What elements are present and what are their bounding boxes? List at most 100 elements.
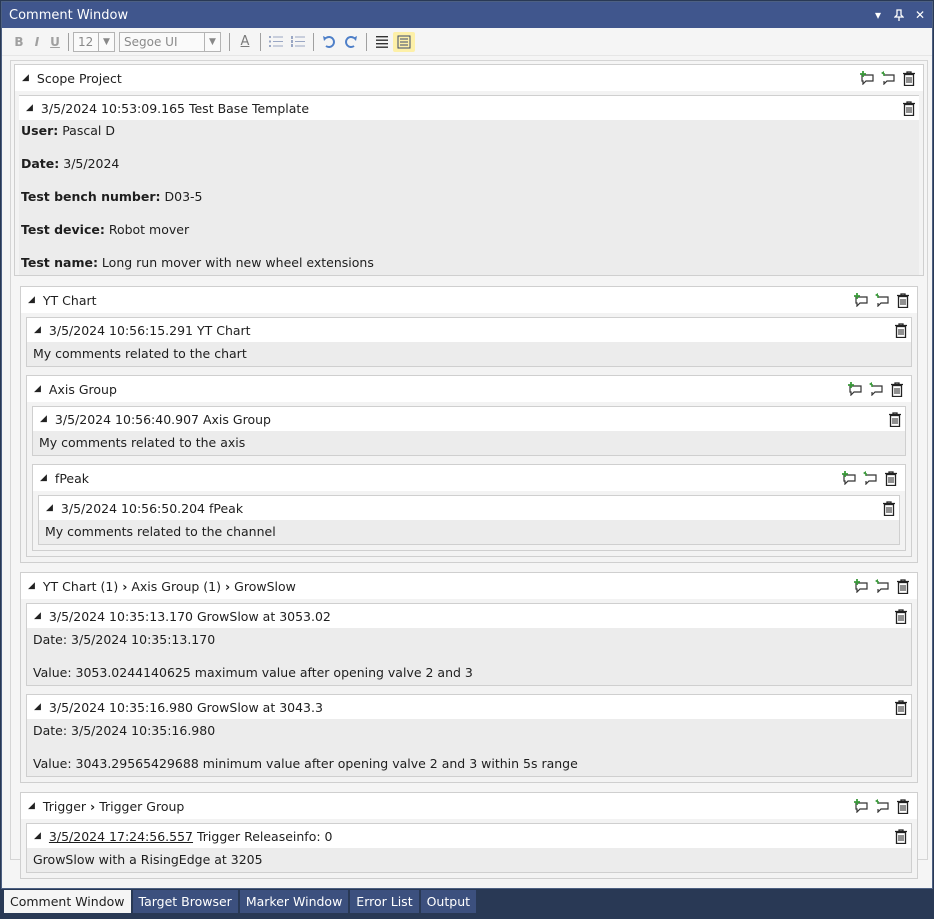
delete-icon[interactable] <box>892 796 913 816</box>
comment-text[interactable]: My comments related to the channel <box>39 520 899 544</box>
collapse-triangle-icon[interactable]: ◢ <box>46 503 53 513</box>
undo-button[interactable] <box>318 32 340 52</box>
comment-text[interactable]: My comments related to the chart <box>27 342 911 366</box>
align-justify-icon <box>376 35 388 48</box>
italic-button[interactable]: I <box>28 32 46 52</box>
collapse-triangle-icon[interactable]: ◢ <box>34 831 41 841</box>
bullet-list-button[interactable] <box>265 32 287 52</box>
tab-error-list[interactable]: Error List <box>350 890 419 913</box>
bottom-tab-bar: Comment Window Target Browser Marker Win… <box>4 890 478 913</box>
group-header[interactable]: ◢ Scope Project <box>15 65 923 91</box>
group-header[interactable]: ◢ YT Chart <box>21 287 917 313</box>
delete-icon[interactable] <box>892 290 913 310</box>
comment-title: 3/5/2024 10:35:13.170 GrowSlow at 3053.0… <box>48 608 331 624</box>
comment-entry: ◢ 3/5/2024 10:56:15.291 YT Chart My comm… <box>26 317 912 367</box>
comment-group-axis-group: ◢ Axis Group ◢ 3/5/2024 10:56:40.907 Axi… <box>26 375 912 557</box>
dropdown-icon[interactable]: ▾ <box>869 6 887 24</box>
comment-text[interactable]: User: Pascal D Date: 3/5/2024 Test bench… <box>19 120 919 275</box>
collapse-triangle-icon[interactable]: ◢ <box>34 611 41 621</box>
add-comment-icon[interactable] <box>850 290 871 310</box>
reply-comment-icon[interactable] <box>871 796 892 816</box>
comment-title: 3/5/2024 10:35:16.980 GrowSlow at 3043.3 <box>48 699 323 715</box>
collapse-triangle-icon[interactable]: ◢ <box>34 325 41 335</box>
tab-comment-window[interactable]: Comment Window <box>4 890 131 913</box>
group-body: ◢ 3/5/2024 10:56:40.907 Axis Group My co… <box>27 402 911 556</box>
add-comment-icon[interactable] <box>844 379 865 399</box>
group-header[interactable]: ◢ fPeak <box>33 465 905 491</box>
tab-target-browser[interactable]: Target Browser <box>132 890 238 913</box>
underline-button[interactable]: U <box>46 32 64 52</box>
delete-icon[interactable] <box>890 320 911 340</box>
add-comment-icon[interactable] <box>850 576 871 596</box>
collapse-triangle-icon[interactable]: ◢ <box>34 702 41 712</box>
comment-header[interactable]: ◢ 3/5/2024 10:35:16.980 GrowSlow at 3043… <box>27 695 911 719</box>
delete-icon[interactable] <box>890 697 911 717</box>
comment-text[interactable]: Date: 3/5/2024 10:35:16.980 Value: 3043.… <box>27 719 911 776</box>
comment-mode-button[interactable] <box>393 31 415 52</box>
reply-comment-icon[interactable] <box>859 468 880 488</box>
delete-icon[interactable] <box>890 606 911 626</box>
comment-header[interactable]: ◢ 3/5/2024 10:56:50.204 fPeak <box>39 496 899 520</box>
reply-comment-icon[interactable] <box>871 290 892 310</box>
redo-button[interactable] <box>340 32 362 52</box>
delete-icon[interactable] <box>890 826 911 846</box>
chevron-right-icon: › <box>90 798 96 814</box>
collapse-triangle-icon[interactable]: ◢ <box>40 414 47 424</box>
reply-comment-icon[interactable] <box>871 576 892 596</box>
delete-icon[interactable] <box>898 68 919 88</box>
comment-header[interactable]: ◢ 3/5/2024 10:35:13.170 GrowSlow at 3053… <box>27 604 911 628</box>
comment-group-trigger: ◢ Trigger › Trigger Group ◢ 3/5/2024 17:… <box>20 792 918 879</box>
collapse-triangle-icon[interactable]: ◢ <box>34 384 41 394</box>
tab-output[interactable]: Output <box>420 890 477 913</box>
bold-button[interactable]: B <box>10 32 28 52</box>
comment-window: Comment Window ▾ ✕ B I U 12 ▼ Segoe UI ▼… <box>1 1 933 889</box>
numbered-list-button[interactable] <box>287 32 309 52</box>
tab-marker-window[interactable]: Marker Window <box>239 890 349 913</box>
delete-icon[interactable] <box>878 498 899 518</box>
reply-comment-icon[interactable] <box>865 379 886 399</box>
comment-title-rest: Trigger Releaseinfo: 0 <box>193 828 333 844</box>
comment-tree: ◢ Scope Project ◢ 3/5/2024 10:53:09.165 … <box>10 60 928 879</box>
collapse-triangle-icon[interactable]: ◢ <box>40 473 47 483</box>
font-color-button[interactable]: A <box>234 32 256 52</box>
group-body: ◢ 3/5/2024 10:56:15.291 YT Chart My comm… <box>21 313 917 562</box>
comment-text[interactable]: My comments related to the axis <box>33 431 905 455</box>
collapse-triangle-icon[interactable]: ◢ <box>22 73 29 83</box>
comment-text[interactable]: GrowSlow with a RisingEdge at 3205 <box>27 848 911 872</box>
font-size-select[interactable]: 12 ▼ <box>73 31 115 52</box>
font-family-select[interactable]: Segoe UI ▼ <box>119 31 221 52</box>
comment-group-fpeak: ◢ fPeak ◢ 3/5/2024 10:56:50.204 fPeak My… <box>32 464 906 551</box>
toolbar-divider <box>366 32 367 51</box>
align-button[interactable] <box>371 32 393 52</box>
comment-text[interactable]: Date: 3/5/2024 10:35:13.170 Value: 3053.… <box>27 628 911 685</box>
delete-icon[interactable] <box>880 468 901 488</box>
chevron-down-icon: ▼ <box>204 32 220 51</box>
comment-title: 3/5/2024 17:24:56.557 Trigger Releaseinf… <box>49 829 890 844</box>
group-body: ◢ 3/5/2024 17:24:56.557 Trigger Releasei… <box>21 819 917 878</box>
collapse-triangle-icon[interactable]: ◢ <box>28 801 35 811</box>
pin-icon[interactable] <box>890 6 908 24</box>
collapse-triangle-icon[interactable]: ◢ <box>26 103 33 113</box>
delete-icon[interactable] <box>884 409 905 429</box>
comment-header[interactable]: ◢ 3/5/2024 10:56:40.907 Axis Group <box>33 407 905 431</box>
comment-header[interactable]: ◢ 3/5/2024 10:53:09.165 Test Base Templa… <box>19 96 919 120</box>
comment-line: Date: 3/5/2024 10:35:16.980 <box>33 723 216 738</box>
group-header[interactable]: ◢ YT Chart (1) › Axis Group (1) › GrowSl… <box>21 573 917 599</box>
collapse-triangle-icon[interactable]: ◢ <box>28 295 35 305</box>
group-header[interactable]: ◢ Axis Group <box>27 376 911 402</box>
comment-header[interactable]: ◢ 3/5/2024 10:56:15.291 YT Chart <box>27 318 911 342</box>
formatting-toolbar: B I U 12 ▼ Segoe UI ▼ A <box>2 28 932 56</box>
breadcrumb-item: GrowSlow <box>234 578 296 594</box>
add-comment-icon[interactable] <box>850 796 871 816</box>
delete-icon[interactable] <box>892 576 913 596</box>
delete-icon[interactable] <box>898 98 919 118</box>
close-icon[interactable]: ✕ <box>911 6 929 24</box>
timestamp-link[interactable]: 3/5/2024 17:24:56.557 <box>49 829 193 844</box>
add-comment-icon[interactable] <box>838 468 859 488</box>
add-comment-icon[interactable] <box>856 68 877 88</box>
comment-header[interactable]: ◢ 3/5/2024 17:24:56.557 Trigger Releasei… <box>27 824 911 848</box>
reply-comment-icon[interactable] <box>877 68 898 88</box>
group-header[interactable]: ◢ Trigger › Trigger Group <box>21 793 917 819</box>
collapse-triangle-icon[interactable]: ◢ <box>28 581 35 591</box>
delete-icon[interactable] <box>886 379 907 399</box>
